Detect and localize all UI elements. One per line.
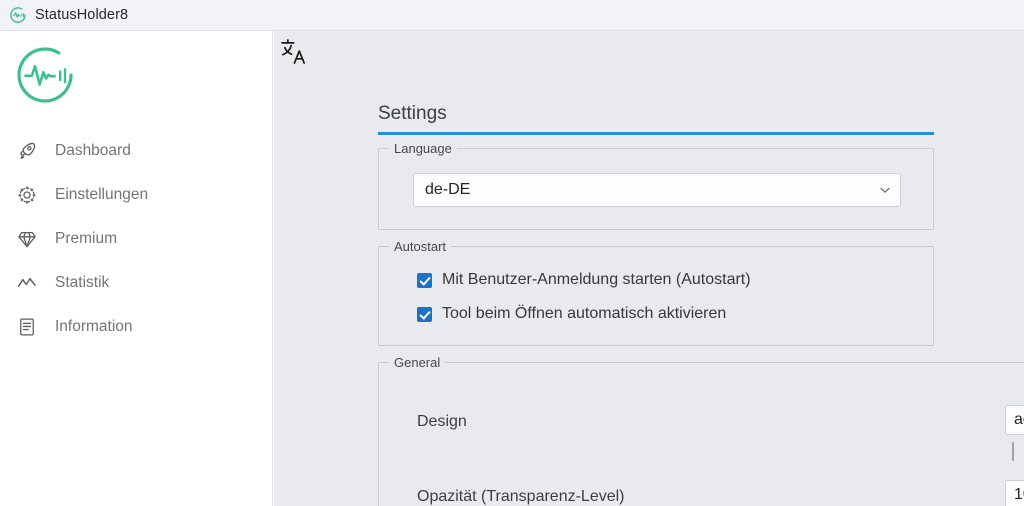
opacity-label: Opazität (Transparenz-Level) [417,488,625,505]
language-group: Language de-DE [378,141,934,230]
autostart-group-title: Autostart [389,239,452,254]
window-titlebar: StatusHolder8 [0,0,1024,31]
language-select[interactable]: de-DE [413,173,901,207]
design-label: Design [417,413,467,430]
design-field[interactable]: adj [1005,405,1024,435]
sidebar-item-einstellungen[interactable]: Einstellungen [0,173,273,217]
autostart-activate-label: Tool beim Öffnen automatisch aktivieren [442,305,727,322]
sidebar-nav: Dashboard Einstellungen Premium Statisti… [0,129,273,349]
application-window: StatusHolder8 Dashboard Einstellungen Pr… [0,0,1024,506]
line-chart-icon [15,272,38,295]
rocket-icon [15,140,38,163]
autostart-group: Autostart Mit Benutzer-Anmeldung starten… [378,239,934,346]
pulse-circle-icon [9,6,27,24]
autostart-activate-checkbox-row[interactable]: Tool beim Öffnen automatisch aktivieren [417,305,726,323]
opacity-field[interactable]: 100 [1005,480,1024,506]
general-group-title: General [389,355,446,370]
translate-icon[interactable] [279,37,309,67]
sidebar-item-label: Einstellungen [55,186,149,203]
sidebar-item-premium[interactable]: Premium [0,217,273,261]
page-title: Settings [378,103,447,124]
gear-icon [15,184,38,207]
sidebar-item-label: Premium [55,230,118,247]
autostart-login-checkbox-row[interactable]: Mit Benutzer-Anmeldung starten (Autostar… [417,271,751,289]
settings-content: Settings Language de-DE Autostart Mit Be… [274,31,1024,506]
diamond-icon [15,228,38,251]
sidebar-item-label: Dashboard [55,142,131,159]
page-title-underline [378,132,934,135]
pulse-circle-logo [12,42,78,108]
sidebar-item-label: Information [55,318,133,335]
window-title: StatusHolder8 [35,7,129,23]
sidebar-item-statistik[interactable]: Statistik [0,261,273,305]
sidebar: Dashboard Einstellungen Premium Statisti… [0,31,273,506]
language-select-value: de-DE [425,181,471,198]
document-icon [15,316,38,339]
language-group-title: Language [389,141,457,156]
design-option-checkbox[interactable] [1012,442,1014,461]
chevron-down-icon [878,183,892,197]
autostart-login-label: Mit Benutzer-Anmeldung starten (Autostar… [442,271,751,288]
general-group: General Design adj Opazität (Transparenz… [378,355,1024,506]
sidebar-item-label: Statistik [55,274,110,291]
design-option-checkbox-wrap[interactable] [1012,442,1024,461]
sidebar-item-dashboard[interactable]: Dashboard [0,129,273,173]
sidebar-item-information[interactable]: Information [0,305,273,349]
autostart-login-checkbox[interactable] [417,272,432,288]
autostart-activate-checkbox[interactable] [417,306,432,322]
